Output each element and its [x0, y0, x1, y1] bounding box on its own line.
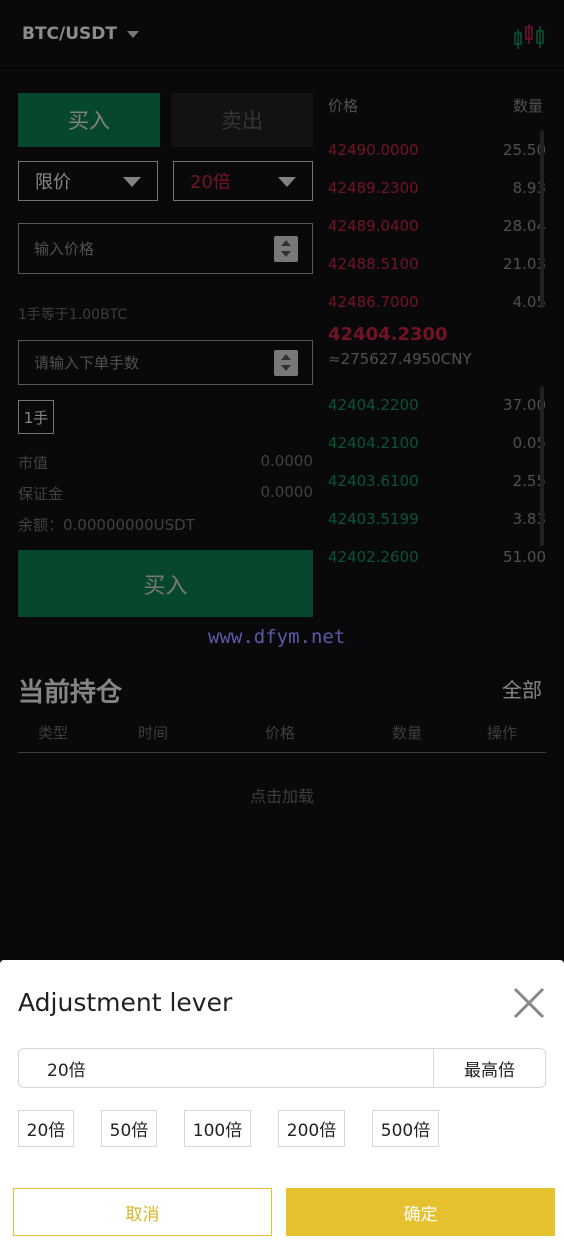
leverage-option-500[interactable]: 500倍: [372, 1110, 439, 1147]
quantity-input[interactable]: 请输入下单手数: [18, 340, 313, 385]
bid-price: 42402.2600: [328, 548, 419, 566]
quantity-stepper-icon[interactable]: [274, 349, 298, 376]
bid-row[interactable]: 42403.6100 2.55: [328, 472, 546, 490]
watermark: www.dfym.net: [208, 626, 346, 648]
order-type-value: 限价: [35, 172, 71, 193]
bid-row[interactable]: 42404.2100 0.05: [328, 434, 546, 452]
pair-label: BTC/USDT: [22, 24, 117, 44]
ask-price: 42489.0400: [328, 217, 419, 235]
leverage-input[interactable]: 20倍 最高倍: [18, 1048, 546, 1088]
ask-row[interactable]: 42488.5100 21.03: [328, 255, 546, 273]
leverage-option-100[interactable]: 100倍: [184, 1110, 251, 1147]
ask-price: 42488.5100: [328, 255, 419, 273]
price-stepper-icon[interactable]: [274, 235, 298, 262]
leverage-option-20[interactable]: 20倍: [18, 1110, 74, 1147]
ask-row[interactable]: 42490.0000 25.50: [328, 141, 546, 159]
bid-price: 42403.5199: [328, 510, 419, 528]
ask-row[interactable]: 42489.2300 8.93: [328, 179, 546, 197]
positions-all-link[interactable]: 全部: [502, 674, 542, 703]
leverage-value: 20倍: [190, 172, 231, 193]
bid-price: 42403.6100: [328, 472, 419, 490]
lot-note: 1手等于1.00BTC: [18, 307, 128, 323]
last-price: 42404.2300: [328, 324, 448, 345]
quantity-placeholder: 请输入下单手数: [34, 354, 140, 372]
cancel-button[interactable]: 取消: [13, 1188, 272, 1236]
col-price: 价格: [265, 724, 296, 742]
candlestick-chart-icon[interactable]: [512, 20, 546, 54]
market-value: 0.0000: [260, 452, 314, 470]
bids-scrollbar[interactable]: [540, 386, 544, 546]
leverage-option-50[interactable]: 50倍: [101, 1110, 157, 1147]
ask-row[interactable]: 42489.0400 28.04: [328, 217, 546, 235]
close-icon[interactable]: [512, 986, 546, 1020]
caret-down-icon: [127, 30, 139, 38]
ask-price: 42489.2300: [328, 179, 419, 197]
order-type-select[interactable]: 限价: [18, 161, 158, 201]
leverage-select[interactable]: 20倍: [173, 161, 313, 201]
load-more-link[interactable]: 点击加载: [0, 783, 564, 807]
margin-row: 保证金 0.0000: [18, 483, 313, 504]
margin-label: 保证金: [18, 485, 64, 503]
bid-price: 42404.2200: [328, 396, 419, 414]
margin-value: 0.0000: [260, 483, 314, 501]
market-value-label: 市值: [18, 454, 49, 472]
max-leverage-button[interactable]: 最高倍: [433, 1049, 545, 1087]
col-time: 时间: [138, 724, 169, 742]
orderbook-price-header: 价格: [328, 97, 359, 115]
col-qty: 数量: [392, 724, 423, 742]
leverage-input-value: 20倍: [47, 1060, 86, 1081]
price-placeholder: 输入价格: [34, 240, 95, 258]
sheet-title: Adjustment lever: [18, 988, 233, 1017]
ask-price: 42490.0000: [328, 141, 419, 159]
balance-row: 余额：0.00000000USDT: [18, 514, 313, 535]
market-value-row: 市值 0.0000: [18, 452, 313, 473]
balance-text: 余额：0.00000000USDT: [18, 516, 195, 534]
price-input[interactable]: 输入价格: [18, 223, 313, 274]
col-action: 操作: [487, 724, 518, 742]
asks-scrollbar[interactable]: [540, 130, 544, 308]
dropdown-arrow-icon: [123, 177, 141, 187]
col-type: 类型: [38, 724, 69, 742]
bid-price: 42404.2100: [328, 434, 419, 452]
bid-row[interactable]: 42402.2600 51.00: [328, 548, 546, 566]
dropdown-arrow-icon: [278, 177, 296, 187]
positions-table-header: 类型 时间 价格 数量 操作: [18, 722, 546, 753]
bid-row[interactable]: 42403.5199 3.83: [328, 510, 546, 528]
ask-price: 42486.7000: [328, 293, 419, 311]
bid-row[interactable]: 42404.2200 37.00: [328, 396, 546, 414]
buy-tab[interactable]: 买入: [18, 93, 160, 147]
positions-title: 当前持仓: [18, 678, 123, 708]
orderbook-qty-header: 数量: [513, 97, 544, 115]
cny-equivalent: ≈275627.4950CNY: [328, 350, 472, 368]
buy-submit-button[interactable]: 买入: [18, 550, 313, 617]
lot-button[interactable]: 1手: [18, 400, 54, 434]
pair-selector[interactable]: BTC/USDT: [22, 24, 139, 44]
confirm-button[interactable]: 确定: [286, 1188, 555, 1236]
bid-qty: 51.00: [503, 548, 546, 566]
leverage-option-200[interactable]: 200倍: [278, 1110, 345, 1147]
header-bar: BTC/USDT: [0, 0, 564, 66]
sell-tab[interactable]: 卖出: [171, 93, 313, 147]
ask-row[interactable]: 42486.7000 4.05: [328, 293, 546, 311]
leverage-sheet: Adjustment lever 20倍 最高倍 20倍 50倍 100倍 20…: [0, 960, 564, 1248]
